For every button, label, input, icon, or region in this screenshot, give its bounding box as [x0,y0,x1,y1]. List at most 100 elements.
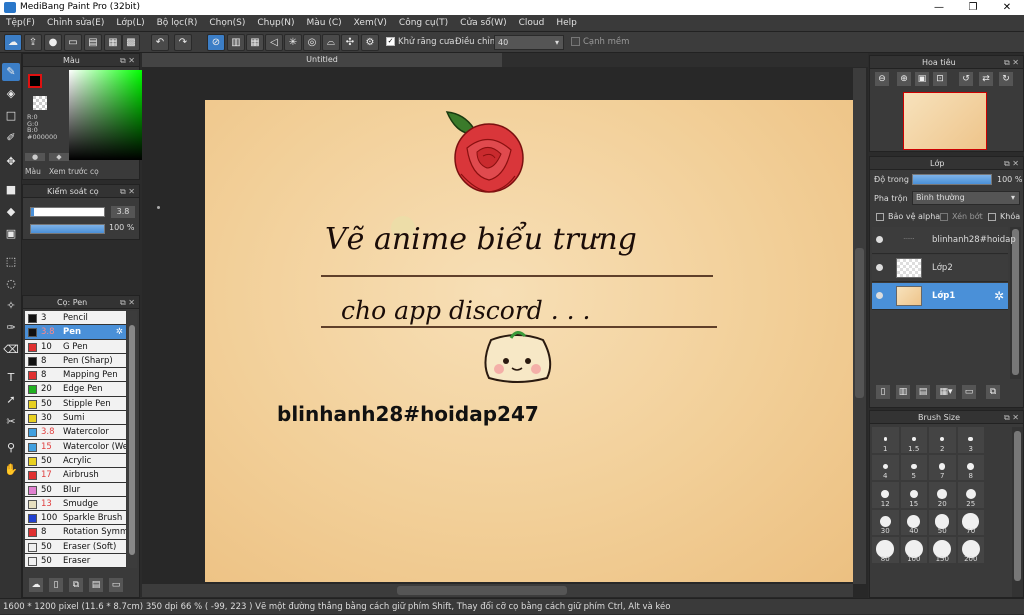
redo-icon[interactable]: ↷ [174,34,192,51]
new-8bit-layer-icon[interactable]: ▤ [916,385,930,399]
brush-size-cell[interactable]: 80 [872,537,899,563]
brush-size-cell[interactable]: 5 [900,454,927,480]
curve-snap-icon[interactable]: ⌓ [322,34,340,51]
background-color-swatch[interactable] [33,96,47,110]
snap-off-icon[interactable]: ⊘ [207,34,225,51]
cloud-brush-icon[interactable]: ☁ [29,578,43,592]
menu-color[interactable]: Màu (C) [301,15,348,32]
zoom-in-icon[interactable]: ⊕ [897,72,911,86]
add-brush-icon[interactable]: ▯ [49,578,63,592]
brush-item-watercolor-wet[interactable]: 15 Watercolor (Wet) [25,439,126,454]
close-button[interactable]: ✕ [990,0,1024,15]
visibility-icon[interactable] [876,292,883,299]
brush-item-pencil[interactable]: 3 Pencil [25,311,126,326]
brush-item-rotation-symmetry[interactable]: 8 Rotation Symmetry [25,525,126,540]
transform-icon[interactable]: ✣ [341,34,359,51]
select-pen-tool-icon[interactable]: ✑ [2,319,20,337]
upload-icon[interactable]: ⇪ [24,34,42,51]
lock-checkbox[interactable] [988,213,996,221]
layer-row[interactable]: Lớp2 [872,255,1008,282]
divide-tool-icon[interactable]: ✂ [2,413,20,431]
saturation-value-picker[interactable] [69,70,142,160]
color-picker-button[interactable]: ◆ [49,153,69,161]
vanish-snap-icon[interactable]: ◁ [265,34,283,51]
maximize-button[interactable]: ❐ [956,0,990,15]
brush-size-cell[interactable]: 12 [872,482,899,508]
settings-icon[interactable]: ⚙ [361,34,379,51]
brush-size-cell[interactable]: 25 [957,482,984,508]
fill-rect-tool-icon[interactable]: ■ [2,181,20,199]
minimize-button[interactable]: — [922,0,956,15]
layer-row[interactable]: ······ blinhanh28#hoidap [872,227,1016,254]
brush-item-mapping-pen[interactable]: 8 Mapping Pen [25,368,126,383]
drawing-canvas[interactable]: Vẽ anime biểu trưng cho app discord . . … [205,100,853,582]
brush-item-stipple-pen[interactable]: 50 Stipple Pen [25,396,126,412]
brush-item-edge-pen[interactable]: 20 Edge Pen [25,382,126,397]
grid-icon[interactable]: ▩ [122,34,140,51]
duplicate-layer-icon[interactable]: ⧉ [986,385,1000,399]
brush-size-cell[interactable]: 1.5 [900,427,927,453]
radial-snap-icon[interactable]: ✳ [284,34,302,51]
navigator-preview[interactable] [903,92,987,150]
brush-item-pen[interactable]: 3.8 Pen ✲ [25,325,126,340]
brush-item-smudge[interactable]: 13 Smudge [25,496,126,512]
brush-size-slider[interactable] [30,207,105,217]
move-tool-icon[interactable]: ✥ [2,153,20,171]
menu-edit[interactable]: Chỉnh sửa(E) [41,15,110,32]
menu-view[interactable]: Xem(V) [348,15,393,32]
brush-size-cell[interactable]: 3 [957,427,984,453]
panel-menu-icon[interactable]: ⧉ ✕ [1004,411,1019,424]
bucket-tool-icon[interactable]: ◆ [2,203,20,221]
eraser-tool-icon[interactable]: ◈ [2,85,20,103]
flip-icon[interactable]: ⇄ [979,72,993,86]
soft-edge-checkbox[interactable] [571,37,580,46]
brush-size-cell[interactable]: 50 [929,509,956,535]
undo-icon[interactable]: ↶ [151,34,169,51]
layer-options-icon[interactable]: ▦▾ [936,385,956,399]
panel-menu-icon[interactable]: ⧉ ✕ [1004,56,1019,69]
brush-item-sparkle-brush[interactable]: 100 Sparkle Brush [25,511,126,526]
brush-opacity-slider[interactable] [30,224,105,234]
actual-size-icon[interactable]: ⊡ [933,72,947,86]
magic-wand-tool-icon[interactable]: ✧ [2,297,20,315]
canvas-vertical-scrollbar[interactable] [853,68,866,584]
tab-brush-preview[interactable]: Xem trước cọ [49,167,99,176]
select-tool-icon[interactable]: ⬚ [2,253,20,271]
cloud-icon[interactable]: ☁ [4,34,22,51]
adjust-select[interactable]: 40 ▾ [494,35,564,50]
brush-size-value[interactable]: 3.8 [111,206,135,218]
gear-icon[interactable]: ✲ [116,325,123,339]
brush-item-airbrush[interactable]: 17 Airbrush [25,468,126,483]
new-halftone-layer-icon[interactable]: ▥ [896,385,910,399]
brush-size-cell[interactable]: 2 [929,427,956,453]
panel-menu-icon[interactable]: ⧉ ✕ [120,296,135,309]
cross-snap-icon[interactable]: ▦ [246,34,264,51]
brush-size-cell[interactable]: 15 [900,482,927,508]
text-tool-icon[interactable]: T [2,369,20,387]
brush-size-cell[interactable]: 20 [929,482,956,508]
brush-item-acrylic[interactable]: 50 Acrylic [25,453,126,469]
menu-layer[interactable]: Lớp(L) [110,15,150,32]
lasso-tool-icon[interactable]: ◌ [2,275,20,293]
color-mode-button[interactable]: ● [25,153,45,161]
eyedropper-tool-icon[interactable]: ⚲ [2,439,20,457]
menu-snap[interactable]: Chụp(N) [251,15,300,32]
blend-mode-select[interactable]: Bình thường ▾ [912,191,1020,205]
zoom-out-icon[interactable]: ⊖ [875,72,889,86]
brush-size-cell[interactable]: 1 [872,427,899,453]
fit-icon[interactable]: ▣ [915,72,929,86]
layer-row-selected[interactable]: Lớp1 ✲ [872,283,1008,310]
panel-menu-icon[interactable]: ⧉ ✕ [120,54,135,67]
panel-menu-icon[interactable]: ⧉ ✕ [1004,157,1019,170]
brush-size-cell[interactable]: 7 [929,454,956,480]
menu-window[interactable]: Cửa sổ(W) [454,15,512,32]
brush-tool-icon[interactable]: ✎ [2,63,20,81]
brush-size-cell[interactable]: 150 [929,537,956,563]
comment-icon[interactable]: ● [44,34,62,51]
brush-size-cell[interactable]: 40 [900,509,927,535]
antialias-checkbox[interactable]: ✓ [386,37,395,46]
menu-help[interactable]: Help [550,15,583,32]
brush-size-cell[interactable]: 4 [872,454,899,480]
tab-color[interactable]: Màu [25,167,41,176]
message-icon[interactable]: ▭ [64,34,82,51]
